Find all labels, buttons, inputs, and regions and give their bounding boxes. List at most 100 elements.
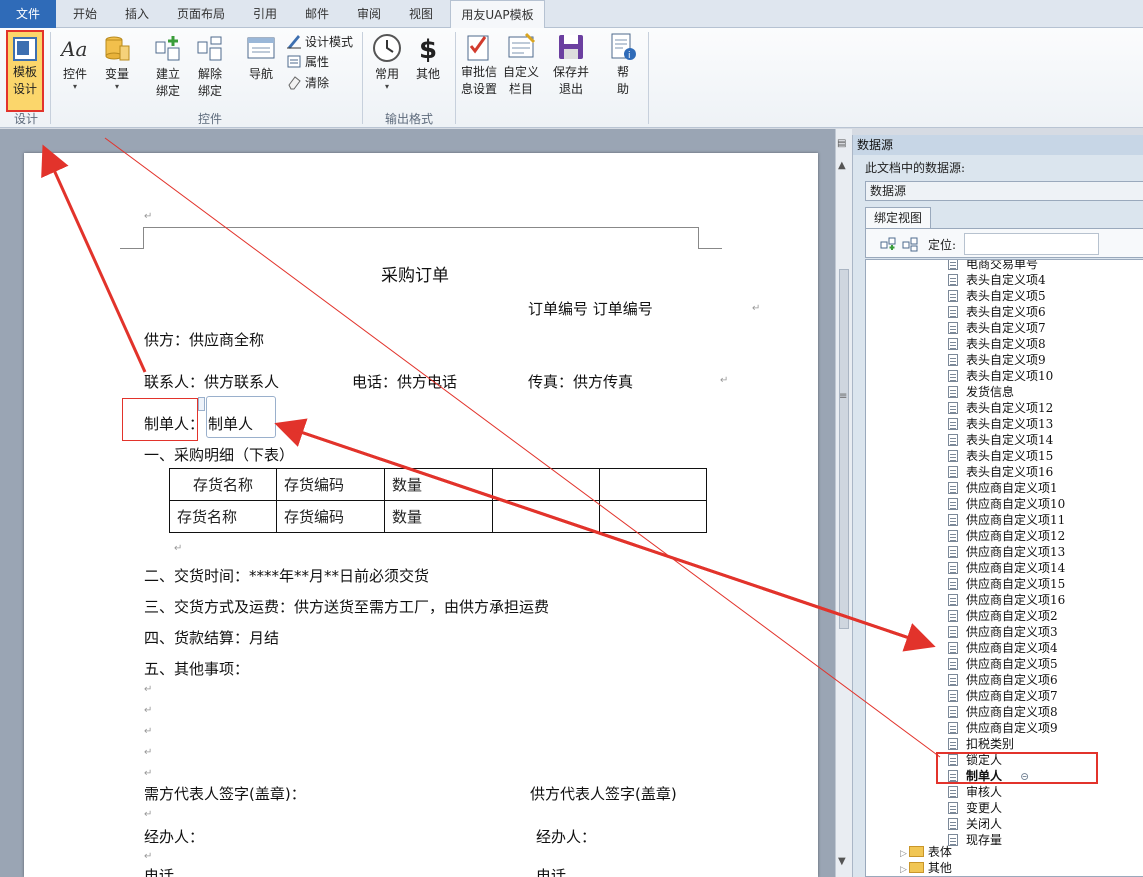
table-cell[interactable]	[492, 468, 600, 501]
tree-item[interactable]: 表头自定义项4	[948, 272, 1046, 288]
tab-review[interactable]: 审阅	[344, 0, 394, 28]
chevron-down-icon: ▾	[114, 82, 119, 91]
table-cell[interactable]	[599, 468, 707, 501]
properties-button[interactable]: 属性	[286, 52, 329, 72]
tree-item[interactable]: 审核人	[948, 784, 1002, 800]
expand-tree-icon[interactable]	[880, 236, 896, 252]
clear-button[interactable]: 清除	[286, 73, 329, 93]
template-design-button[interactable]: 模板 设计	[6, 30, 44, 112]
tree-item-label: 供应商自定义项15	[966, 577, 1066, 591]
tab-page-layout[interactable]: 页面布局	[166, 0, 236, 28]
scroll-up-icon[interactable]: ▲	[838, 160, 846, 171]
control-button[interactable]: Aa 控件 ▾	[58, 34, 92, 91]
tree-item[interactable]: 供应商自定义项11	[948, 512, 1065, 528]
tree-item[interactable]: 供应商自定义项7	[948, 688, 1058, 704]
variable-button[interactable]: 变量 ▾	[100, 34, 134, 91]
section-1: 一、采购明细（下表）	[144, 446, 295, 464]
tree-item[interactable]: 供应商自定义项6	[948, 672, 1058, 688]
tree-item[interactable]: 表头自定义项12	[948, 400, 1053, 416]
tree-folder-label: 表体	[927, 845, 952, 859]
table-cell[interactable]: 存货名称	[169, 468, 277, 501]
tree-item[interactable]: 供应商自定义项4	[948, 640, 1058, 656]
field-icon	[948, 306, 958, 318]
remove-bind-label: 解除 绑定	[197, 67, 222, 98]
table-cell[interactable]	[599, 500, 707, 533]
tab-insert[interactable]: 插入	[112, 0, 162, 28]
tab-bind-view[interactable]: 绑定视图	[865, 207, 931, 228]
document-scrollbar[interactable]: ≡	[835, 129, 852, 877]
data-source-select[interactable]: 数据源	[865, 181, 1143, 201]
field-icon	[948, 578, 958, 590]
tree-item[interactable]: 表头自定义项8	[948, 336, 1046, 352]
create-bind-button[interactable]: 建立 绑定	[148, 34, 188, 100]
tab-home[interactable]: 开始	[60, 0, 110, 28]
scrollbar-thumb[interactable]	[839, 269, 849, 629]
tree-item[interactable]: 供应商自定义项12	[948, 528, 1065, 544]
maker-value[interactable]: 制单人	[208, 413, 253, 434]
tree-item[interactable]: 表头自定义项16	[948, 464, 1053, 480]
table-cell[interactable]: 存货名称	[169, 500, 277, 533]
table-cell[interactable]: 存货编码	[276, 468, 385, 501]
document-page[interactable]: ↵ 采购订单 订单编号 订单编号 ↵ 供方：供应商全称 联系人：供方联系人 电话…	[24, 153, 818, 877]
tree-folder-other[interactable]: ▷ 其他	[900, 860, 952, 876]
common-label: 常用	[374, 67, 399, 81]
tree-item[interactable]: 供应商自定义项16	[948, 592, 1065, 608]
tree-item[interactable]: 供应商自定义项14	[948, 560, 1065, 576]
navigate-button[interactable]: 导航	[243, 34, 279, 83]
tree-item[interactable]: 表头自定义项6	[948, 304, 1046, 320]
tree-item[interactable]: 表头自定义项9	[948, 352, 1046, 368]
tab-view[interactable]: 视图	[396, 0, 446, 28]
tree-item[interactable]: 扣税类别	[948, 736, 1014, 752]
tree-item[interactable]: 供应商自定义项15	[948, 576, 1065, 592]
tree-folder-body[interactable]: ▷ 表体	[900, 844, 952, 860]
tree-item[interactable]: 表头自定义项13	[948, 416, 1053, 432]
tree-item[interactable]: 供应商自定义项9	[948, 720, 1058, 736]
help-button[interactable]: i 帮 助	[606, 32, 640, 98]
save-exit-button[interactable]: 保存并 退出	[550, 32, 592, 98]
locate-input[interactable]	[964, 233, 1099, 255]
approval-settings-button[interactable]: 审批信 息设置	[458, 32, 500, 98]
tab-uap-template[interactable]: 用友UAP模板	[450, 0, 545, 29]
tree-item[interactable]: 电商交易单号	[948, 260, 1038, 272]
tree-item[interactable]: 现存量	[948, 832, 1002, 848]
design-mode-button[interactable]: 设计模式	[286, 32, 353, 52]
table-cell[interactable]: 数量	[384, 500, 493, 533]
table-cell[interactable]: 数量	[384, 468, 493, 501]
tree-item[interactable]: 供应商自定义项2	[948, 608, 1058, 624]
buyer-phone: 电话	[144, 867, 175, 877]
table-cell[interactable]	[492, 500, 600, 533]
custom-column-button[interactable]: 自定义 栏目	[500, 32, 542, 98]
tab-mailings[interactable]: 邮件	[292, 0, 342, 28]
tree-item[interactable]: 供应商自定义项5	[948, 656, 1058, 672]
tab-references[interactable]: 引用	[240, 0, 290, 28]
common-button[interactable]: 常用 ▾	[368, 32, 406, 91]
field-icon	[948, 322, 958, 334]
tree-item[interactable]: 供应商自定义项1	[948, 480, 1058, 496]
remove-bind-button[interactable]: 解除 绑定	[190, 34, 230, 100]
tree-item[interactable]: 表头自定义项15	[948, 448, 1053, 464]
scroll-down-icon[interactable]: ▼	[838, 856, 846, 867]
tree-item[interactable]: 供应商自定义项8	[948, 704, 1058, 720]
field-icon	[948, 482, 958, 494]
tree-item[interactable]: 变更人	[948, 800, 1002, 816]
tree-item[interactable]: 供应商自定义项10	[948, 496, 1065, 512]
other-button[interactable]: $ 其他	[410, 32, 446, 83]
tree-item[interactable]: 关闭人	[948, 816, 1002, 832]
group-separator	[648, 32, 649, 124]
collapse-tree-icon[interactable]	[902, 236, 918, 252]
tree-item[interactable]: 表头自定义项5	[948, 288, 1046, 304]
ruler-toggle-icon[interactable]: ▤	[837, 138, 846, 149]
table-cell[interactable]: 存货编码	[276, 500, 385, 533]
tree-item[interactable]: 供应商自定义项13	[948, 544, 1065, 560]
content-control-handle[interactable]	[198, 397, 205, 411]
tree-item[interactable]: 表头自定义项14	[948, 432, 1053, 448]
paragraph-mark: ↵	[752, 303, 761, 314]
folder-icon	[908, 846, 924, 857]
tab-file[interactable]: 文件	[0, 0, 56, 28]
tree-item[interactable]: 表头自定义项10	[948, 368, 1053, 384]
tree-item[interactable]: 发货信息	[948, 384, 1014, 400]
tree-item[interactable]: 表头自定义项7	[948, 320, 1046, 336]
tree-item[interactable]: 供应商自定义项3	[948, 624, 1058, 640]
other-label: 其他	[415, 67, 440, 81]
paragraph-mark: ↵	[144, 211, 153, 222]
